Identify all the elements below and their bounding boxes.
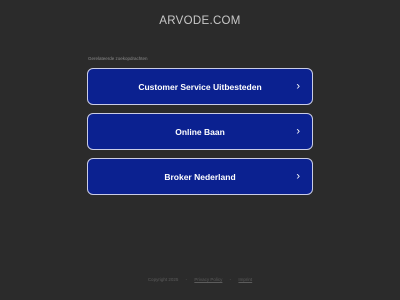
footer: Copyright 2025 - Privacy Policy - Imprin… bbox=[0, 277, 400, 282]
site-title: ARVODE.COM bbox=[159, 15, 241, 27]
related-link-online-baan[interactable]: Online Baan › bbox=[87, 113, 313, 150]
chevron-right-icon: › bbox=[296, 170, 300, 182]
related-link-broker-nederland[interactable]: Broker Nederland › bbox=[87, 158, 313, 195]
footer-separator: - bbox=[229, 277, 232, 282]
chevron-right-icon: › bbox=[296, 80, 300, 92]
imprint-link[interactable]: Imprint bbox=[238, 277, 252, 282]
related-links-list: Customer Service Uitbesteden › Online Ba… bbox=[87, 68, 313, 203]
related-searches-label: Gerelateerde zoekopdrachten bbox=[88, 56, 148, 61]
footer-separator: - bbox=[185, 277, 188, 282]
privacy-policy-link[interactable]: Privacy Policy bbox=[194, 277, 222, 282]
related-link-label: Broker Nederland bbox=[164, 171, 236, 182]
related-link-label: Online Baan bbox=[175, 126, 225, 137]
chevron-right-icon: › bbox=[296, 125, 300, 137]
related-link-label: Customer Service Uitbesteden bbox=[138, 81, 262, 92]
parked-domain-page: ARVODE.COM Gerelateerde zoekopdrachten C… bbox=[0, 0, 400, 300]
related-link-customer-service-uitbesteden[interactable]: Customer Service Uitbesteden › bbox=[87, 68, 313, 105]
copyright-text: Copyright 2025 bbox=[147, 277, 179, 282]
